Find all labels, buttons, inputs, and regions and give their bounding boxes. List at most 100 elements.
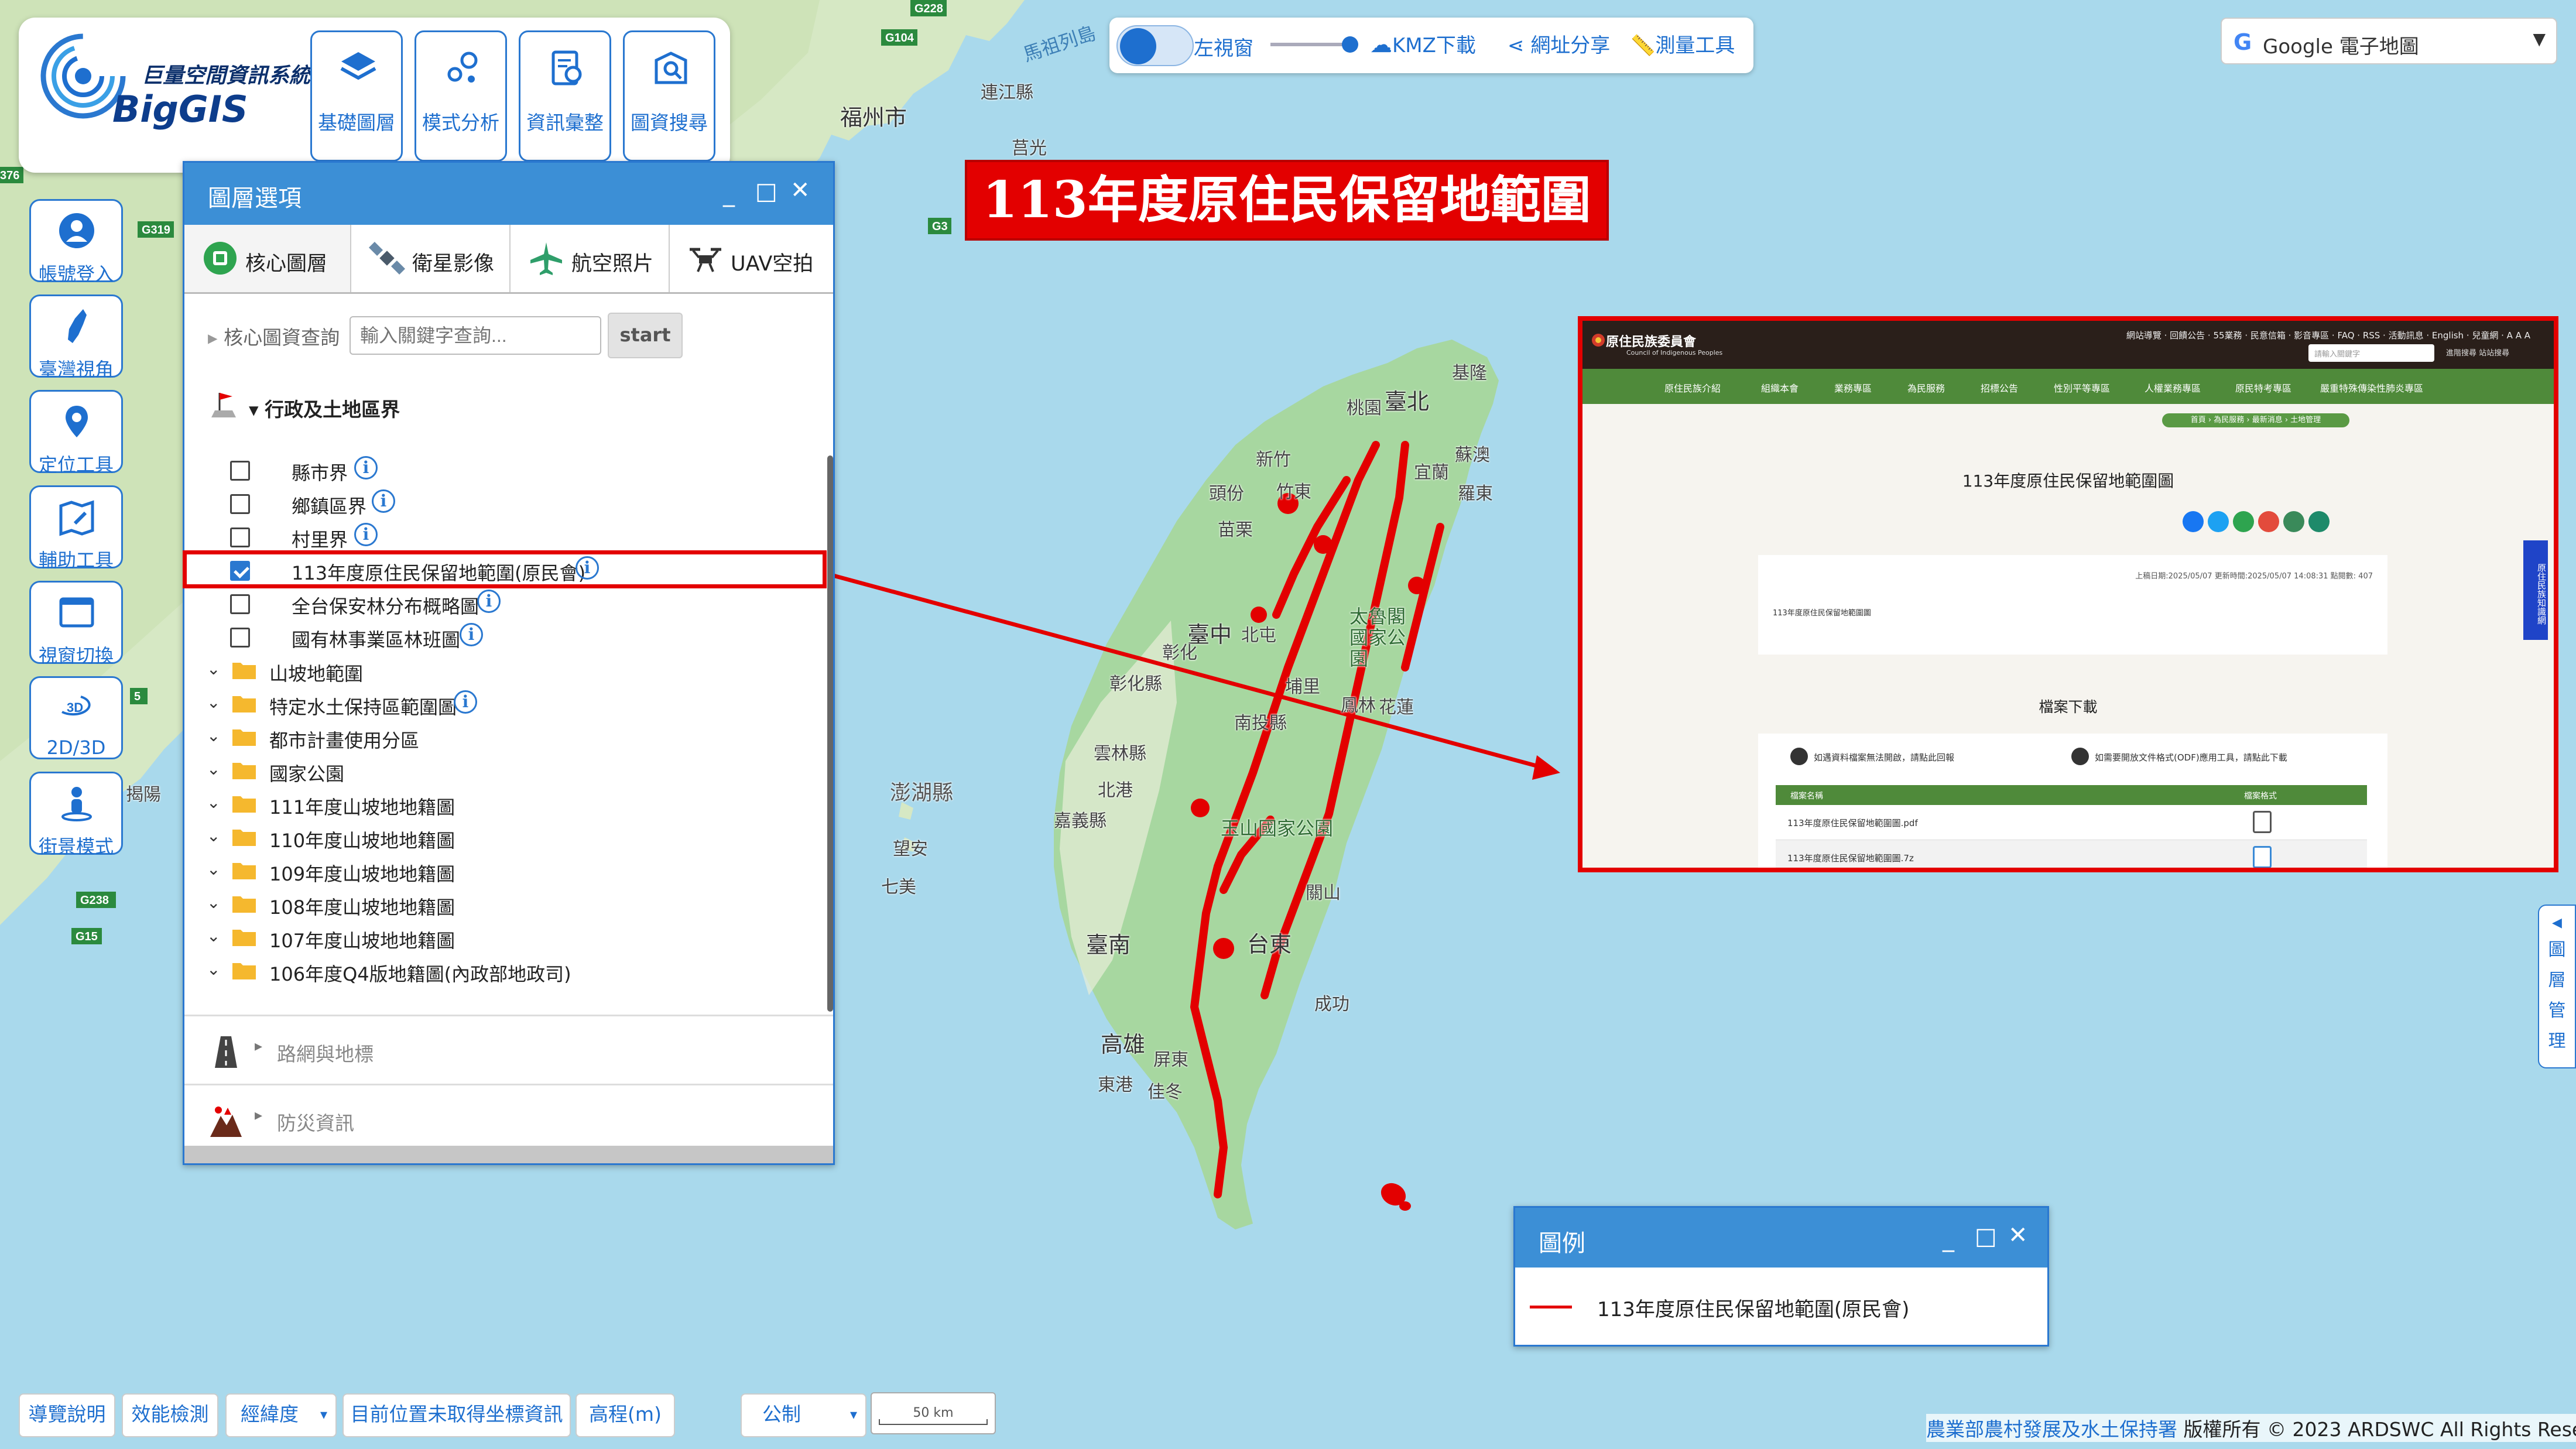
admin-boundary-category[interactable]: ▾ 行政及土地區界 <box>249 394 400 422</box>
street-view-button[interactable]: 街景模式 <box>29 772 123 858</box>
info-summary-button[interactable]: 資訊彙整 <box>519 30 611 162</box>
layer-checkbox[interactable] <box>230 461 250 481</box>
performance-check-button[interactable]: 效能檢測 <box>122 1393 218 1437</box>
info-icon[interactable]: i <box>454 690 477 714</box>
back-to-top-icon[interactable] <box>2308 511 2330 532</box>
panel-scrollbar[interactable] <box>827 455 833 1012</box>
layer-row-village[interactable]: 村里界 i <box>184 519 594 552</box>
info-icon[interactable]: i <box>354 456 378 479</box>
measure-tool-button[interactable]: 📏測量工具 <box>1630 29 1735 58</box>
folder-row[interactable]: ⌄ 都市計畫使用分區 <box>184 720 770 753</box>
opacity-slider[interactable] <box>1270 36 1358 53</box>
twitter-icon[interactable] <box>2208 511 2229 532</box>
agency-link[interactable]: 農業部農村發展及水土保持署 <box>1926 1418 2177 1441</box>
disaster-icon <box>210 1107 242 1137</box>
webpage-nav-item[interactable]: 招標公告 <box>1981 381 2018 395</box>
facebook-icon[interactable] <box>2183 511 2204 532</box>
layer-management-tab[interactable]: ◀ 圖 層 管 理 <box>2538 905 2576 1068</box>
tab-satellite[interactable]: 衛星影像 <box>351 225 511 292</box>
file-name[interactable]: 113年度原住民保留地範圍圖.7z <box>1787 852 1914 864</box>
info-icon[interactable]: i <box>477 590 501 613</box>
webpage-note[interactable]: 如遇資料檔案無法開啟，請點此回報 <box>1814 751 1954 763</box>
print-icon[interactable] <box>2283 511 2304 532</box>
maximize-icon[interactable]: □ <box>755 178 777 205</box>
folder-row[interactable]: ⌄ 106年度Q4版地籍圖(內政部地政司) <box>184 954 770 986</box>
tab-core-layers[interactable]: 核心圖層 <box>184 225 351 292</box>
folder-row[interactable]: ⌄ 109年度山坡地地籍圖 <box>184 854 770 886</box>
guide-button[interactable]: 導覽說明 <box>19 1393 115 1437</box>
panel-horizontal-scrollbar[interactable] <box>184 1146 833 1163</box>
folder-row[interactable]: ⌄ 110年度山坡地地籍圖 <box>184 820 770 853</box>
layer-row-national-forest[interactable]: 國有林事業區林班圖 i <box>184 619 770 652</box>
info-icon[interactable]: i <box>372 489 395 513</box>
minimize-icon[interactable]: _ <box>1943 1225 1954 1252</box>
folder-row[interactable]: ⌄ 國家公園 <box>184 753 770 786</box>
webpage-nav-item[interactable]: 為民服務 <box>1907 381 1945 395</box>
section-road-network[interactable]: ▸ 路網與地標 <box>184 1015 833 1084</box>
webpage-file-row[interactable]: 113年度原住民保留地範圍圖.pdf <box>1776 805 2367 840</box>
kmz-download-button[interactable]: ☁KMZ下載 <box>1370 29 1476 58</box>
layer-checkbox[interactable] <box>230 628 250 648</box>
pdf-file-icon[interactable] <box>2253 811 2272 833</box>
layer-checkbox[interactable] <box>230 527 250 547</box>
layer-row-county[interactable]: 縣市界 i <box>184 453 594 485</box>
tab-uav[interactable]: UAV空拍 <box>670 225 833 292</box>
layer-panel-header[interactable]: 圖層選項 _ □ ✕ <box>184 163 833 225</box>
archive-file-icon[interactable] <box>2253 846 2272 868</box>
webpage-nav-item[interactable]: 原住民族介紹 <box>1664 381 1721 395</box>
locate-tool-button[interactable]: 定位工具 <box>29 390 123 476</box>
tab-aerial[interactable]: 航空照片 <box>511 225 670 292</box>
login-button[interactable]: 帳號登入 <box>29 199 123 285</box>
folder-row[interactable]: ⌄ 107年度山坡地地籍圖 <box>184 920 770 953</box>
webpage-nav-item[interactable]: 原民特考專區 <box>2235 381 2291 395</box>
webpage-file-row[interactable]: 113年度原住民保留地範圍圖.7z <box>1776 840 2367 868</box>
layer-checkbox[interactable] <box>230 594 250 614</box>
file-name[interactable]: 113年度原住民保留地範圍圖.pdf <box>1787 817 1918 829</box>
legend-header[interactable]: 圖例 _ □ ✕ <box>1515 1208 2047 1268</box>
map-search-button[interactable]: 圖資搜尋 <box>623 30 715 162</box>
line-icon[interactable] <box>2233 511 2254 532</box>
layer-row-township[interactable]: 鄉鎮區界 i <box>184 486 594 519</box>
biggis-logo[interactable]: 巨量空間資訊系統 BigGIS <box>36 29 310 146</box>
close-icon[interactable]: ✕ <box>790 177 810 204</box>
webpage-top-links[interactable]: 網站導覽 · 回饋公告 · 55業務 · 民意信箱 · 影音專區 · FAQ ·… <box>2126 329 2530 341</box>
info-icon[interactable]: i <box>460 623 483 646</box>
info-icon[interactable]: i <box>354 523 378 546</box>
folder-row[interactable]: ⌄ 特定水土保持區範圍圖 i <box>184 687 770 720</box>
webpage-nav-item[interactable]: 組織本會 <box>1761 381 1799 395</box>
coordinate-system-select[interactable]: 經緯度 ▾ <box>225 1393 337 1437</box>
minimize-icon[interactable]: _ <box>723 180 735 207</box>
webpage-side-tab[interactable]: 原住民族知識網 <box>2523 540 2548 640</box>
folder-row[interactable]: ⌄ 111年度山坡地地籍圖 <box>184 787 770 820</box>
basemap-select[interactable]: G Google 電子地圖 ▼ <box>2221 18 2557 64</box>
folder-row[interactable]: ⌄ 山坡地範圍 <box>184 653 770 686</box>
folder-row[interactable]: ⌄ 108年度山坡地地籍圖 <box>184 887 770 920</box>
model-analysis-button[interactable]: 模式分析 <box>415 30 507 162</box>
webpage-note[interactable]: 如需要開放文件格式(ODF)應用工具，請點此下載 <box>2095 751 2287 763</box>
share-url-button[interactable]: ⋖ 網址分享 <box>1508 29 1610 58</box>
map-label-luodong: 羅東 <box>1458 484 1493 504</box>
layer-checkbox[interactable] <box>230 494 250 514</box>
layer-panel-title: 圖層選項 <box>208 185 302 212</box>
2d-3d-toggle-button[interactable]: 3D 2D/3D <box>29 676 123 759</box>
window-switch-button[interactable]: 視窗切換 <box>29 581 123 667</box>
webpage-mini-links[interactable]: 進階搜尋 站站搜尋 <box>2446 347 2509 358</box>
maximize-icon[interactable]: □ <box>1975 1223 1997 1250</box>
section-disaster-info[interactable]: ▸ 防災資訊 <box>184 1084 833 1153</box>
search-start-button[interactable]: start <box>608 313 683 358</box>
plurk-icon[interactable] <box>2258 511 2279 532</box>
webpage-search-input[interactable]: 請輸入關鍵字 <box>2308 344 2434 362</box>
unit-select[interactable]: 公制 ▾ <box>741 1393 866 1437</box>
layer-row-protection-forest[interactable]: 全台保安林分布概略圖 i <box>184 586 770 619</box>
taiwan-view-button[interactable]: 臺灣視角 <box>29 294 123 381</box>
webpage-nav-item[interactable]: 嚴重特殊傳染性肺炎專區 <box>2320 381 2423 395</box>
basic-layers-button[interactable]: 基礎圖層 <box>310 30 403 162</box>
close-icon[interactable]: ✕ <box>2008 1222 2028 1249</box>
webpage-nav-item[interactable]: 人權業務專區 <box>2145 381 2201 395</box>
webpage-breadcrumb[interactable]: 首頁 › 為民服務 › 最新消息 › 土地管理 <box>2162 413 2349 427</box>
webpage-nav-item[interactable]: 性別平等專區 <box>2054 381 2110 395</box>
left-window-toggle[interactable] <box>1116 25 1194 66</box>
webpage-nav-item[interactable]: 業務專區 <box>1834 381 1872 395</box>
core-search-input[interactable] <box>350 316 601 355</box>
aux-tool-button[interactable]: 輔助工具 <box>29 485 123 571</box>
